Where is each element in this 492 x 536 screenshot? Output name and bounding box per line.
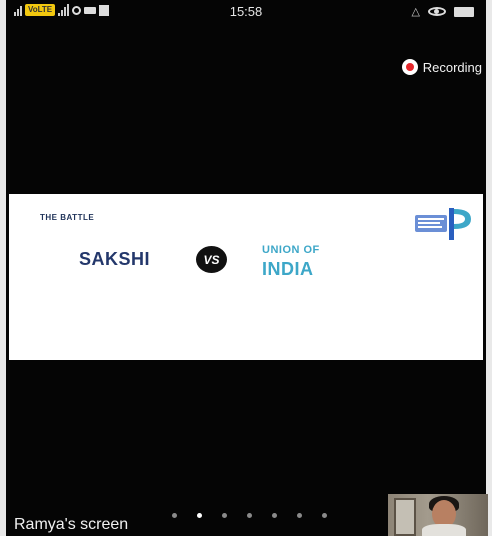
project-logo-icon	[415, 208, 471, 240]
page-dot[interactable]	[272, 513, 277, 518]
shared-slide: THE BATTLE SAKSHI VS UNION OF INDIA	[9, 194, 483, 360]
page-dot[interactable]	[247, 513, 252, 518]
status-bar: VoLTE 15:58 △	[8, 0, 484, 22]
screen-border-right	[486, 0, 492, 536]
left-party-name: SAKSHI	[79, 249, 151, 269]
recording-indicator[interactable]: Recording	[401, 59, 482, 75]
participant-video-thumbnail[interactable]	[388, 494, 488, 536]
page-dot[interactable]	[222, 513, 227, 518]
page-indicator[interactable]	[172, 513, 327, 518]
page-dot[interactable]	[322, 513, 327, 518]
page-dot[interactable]	[172, 513, 177, 518]
eye-icon	[428, 7, 446, 16]
record-icon	[401, 59, 418, 75]
status-icons-right: △	[412, 5, 474, 18]
battery-icon	[454, 6, 474, 17]
slide-kicker: THE BATTLE	[40, 213, 95, 222]
screen-border-left	[0, 0, 6, 536]
vs-badge: VS	[196, 246, 227, 273]
right-party-line1: UNION OF	[262, 244, 320, 256]
recording-label: Recording	[422, 59, 482, 75]
right-party-line2: INDIA	[262, 259, 314, 279]
page-dot-active[interactable]	[197, 513, 202, 518]
page-dot[interactable]	[297, 513, 302, 518]
alarm-icon: △	[411, 6, 420, 18]
presenter-label: Ramya's screen	[14, 516, 129, 533]
